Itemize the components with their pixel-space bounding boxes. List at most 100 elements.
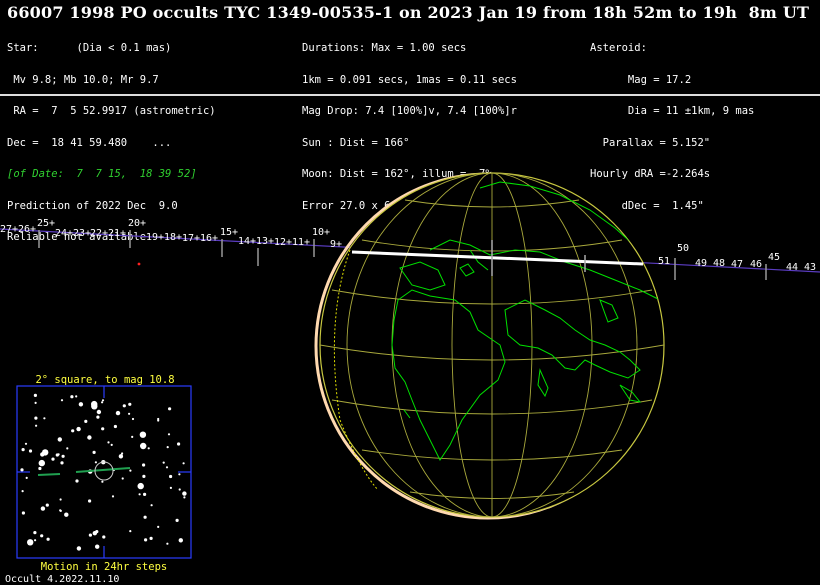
chart-star — [129, 530, 132, 533]
chart-star — [25, 476, 28, 479]
path-tick-label: 50 — [677, 243, 689, 254]
star-chart-caption-bottom: Motion in 24hr steps — [41, 561, 167, 573]
chart-star — [91, 400, 98, 408]
path-tick-label: 49 — [695, 258, 707, 269]
path-tick-label: 19+ — [146, 232, 164, 243]
software-version: Occult 4.2022.11.10 — [5, 574, 120, 585]
path-ticks-right: 50 51 49 48 47 46 45 44 43 — [658, 243, 816, 280]
star-chart-frame — [16, 385, 192, 559]
path-tick-label: 17+ — [182, 233, 200, 244]
chart-star — [169, 486, 172, 489]
chart-star — [20, 468, 24, 472]
chart-star — [150, 504, 153, 507]
chart-star — [76, 546, 82, 551]
chart-star — [38, 466, 42, 471]
chart-star — [165, 466, 169, 469]
path-tick-label: 16+ — [200, 233, 218, 244]
chart-star — [162, 461, 165, 464]
chart-star — [21, 448, 25, 452]
chart-star — [143, 492, 147, 496]
chart-star — [178, 538, 183, 543]
path-tick-label: 22+ — [90, 228, 108, 239]
chart-star — [142, 474, 146, 478]
path-tick-label: 48 — [713, 258, 725, 269]
chart-star — [110, 443, 113, 446]
chart-star — [34, 401, 37, 404]
chart-star — [166, 542, 169, 545]
chart-star — [131, 417, 135, 421]
path-tick-label: 10+ — [312, 227, 330, 238]
chart-star — [42, 449, 49, 456]
chart-star — [101, 480, 104, 483]
path-tick-label: 47 — [731, 259, 743, 270]
earth-globe — [314, 172, 665, 520]
chart-star — [95, 544, 100, 549]
chart-stars — [20, 393, 187, 551]
chart-star — [169, 474, 173, 479]
motion-segment — [37, 473, 61, 476]
chart-star — [144, 538, 148, 542]
path-tick-label: 12+ — [274, 237, 292, 248]
chart-star — [129, 469, 132, 472]
chart-star — [34, 416, 38, 420]
chart-star — [71, 429, 75, 433]
chart-star — [34, 539, 37, 542]
chart-star — [101, 427, 105, 431]
chart-star — [101, 401, 104, 404]
chart-star — [57, 437, 62, 442]
chart-star — [24, 442, 28, 445]
chart-star — [66, 447, 69, 450]
occultation-diagram: 27+ 26+25+24+ 23+22+ 21+20+19+ 18+ 17+ 16+15+1… — [0, 172, 820, 573]
chart-star — [43, 417, 46, 420]
chart-star — [115, 410, 121, 416]
path-tick-label: 13+ — [256, 236, 274, 247]
chart-star — [33, 531, 37, 535]
chart-star — [142, 463, 146, 467]
chart-star — [92, 450, 96, 454]
chart-star — [28, 449, 33, 453]
chart-star — [38, 459, 45, 467]
path-tick-label: 24+ — [55, 228, 73, 239]
chart-star — [143, 515, 147, 519]
chart-star — [113, 424, 117, 429]
path-tick-label: 44 — [786, 262, 798, 273]
chart-star — [70, 395, 74, 399]
chart-star — [177, 442, 181, 446]
chart-star — [33, 393, 38, 397]
chart-star — [131, 435, 134, 438]
path-ticks-left: 27+ 26+25+24+ 23+22+ 21+20+19+ 18+ 17+ 16+15+1… — [0, 218, 342, 266]
path-tick-label: 46 — [750, 259, 762, 270]
chart-star — [92, 531, 98, 536]
chart-star — [111, 495, 115, 498]
chart-star — [45, 503, 49, 507]
chart-star — [122, 404, 126, 408]
chart-star — [157, 525, 160, 529]
chart-star — [78, 402, 84, 407]
chart-star — [59, 498, 62, 501]
chart-star — [139, 431, 147, 438]
chart-star — [21, 490, 24, 493]
chart-star — [149, 536, 153, 541]
path-tick-label: 43 — [804, 262, 816, 273]
path-tick-label: 27+ — [0, 224, 18, 235]
path-tick-label: 25+ — [37, 218, 55, 229]
path-tick-label: 15+ — [220, 227, 238, 238]
chart-star — [178, 473, 181, 476]
chart-star — [96, 409, 102, 415]
chart-star — [101, 399, 105, 402]
chart-star — [76, 426, 81, 432]
chart-star — [84, 419, 88, 423]
chart-star — [40, 534, 44, 538]
chart-star — [102, 535, 106, 539]
chart-star — [35, 424, 38, 427]
path-tick-label: 21+ — [108, 228, 126, 239]
chart-star — [166, 446, 169, 449]
chart-star — [167, 433, 171, 436]
chart-star — [138, 493, 141, 496]
path-tick-label: 26+ — [18, 224, 36, 235]
chart-star — [147, 447, 150, 450]
star-chart-caption-top: 2° square, to mag 10.8 — [35, 374, 174, 386]
chart-star — [75, 395, 78, 398]
chart-star — [182, 491, 187, 496]
chart-star — [107, 441, 110, 444]
